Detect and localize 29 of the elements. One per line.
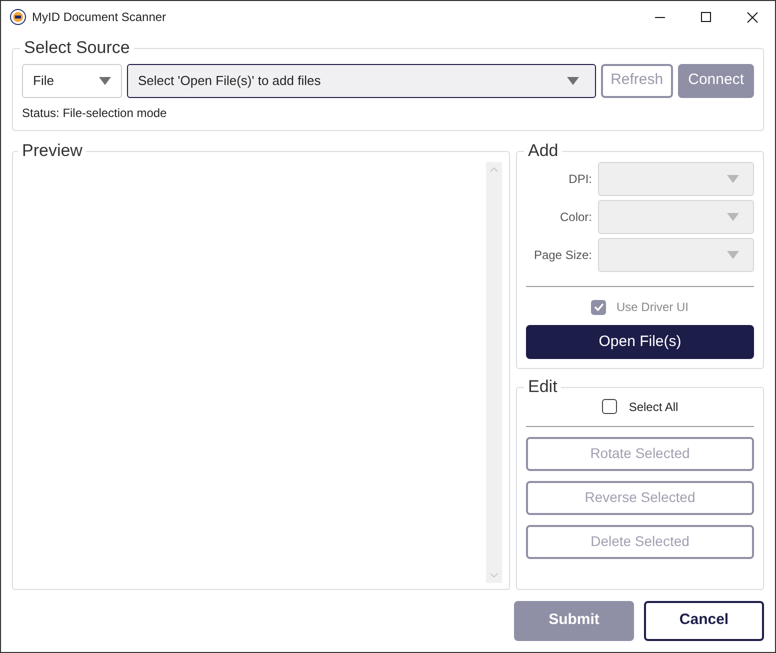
caret-icon — [727, 251, 739, 259]
cancel-button[interactable]: Cancel — [644, 600, 764, 640]
field-label: Color: — [558, 209, 592, 226]
window-title: MyID Document Scanner — [32, 9, 166, 26]
device-dropdown[interactable]: Select 'Open File(s)' to add files — [127, 64, 596, 98]
status-text: Status: File-selection mode — [22, 104, 168, 122]
caret-icon — [99, 76, 111, 84]
source-dropdown[interactable]: File — [22, 64, 122, 98]
select-all-checkbox[interactable] — [602, 399, 617, 414]
checkmark-icon — [594, 303, 604, 311]
section-title: Add — [528, 140, 558, 160]
minimize-icon — [655, 16, 665, 18]
field-label: Page Size: — [532, 247, 592, 264]
section-title: Edit — [528, 377, 558, 396]
caret-icon — [566, 76, 579, 84]
close-icon — [746, 12, 758, 22]
field-label: DPI: — [568, 171, 592, 188]
checkbox-label: Select All — [628, 398, 678, 416]
section-title: Preview — [22, 140, 82, 160]
scrollbar[interactable] — [486, 162, 502, 582]
scroll-up-icon — [490, 167, 498, 172]
open-files-button[interactable]: Open File(s) — [526, 325, 754, 359]
section-title: Select Source — [24, 38, 130, 57]
caret-icon — [727, 213, 739, 221]
caret-icon — [727, 175, 739, 183]
checkbox-label: Use Driver UI — [616, 299, 688, 316]
scroll-down-icon — [490, 572, 498, 578]
app-logo-icon — [10, 9, 26, 25]
maximize-icon — [701, 12, 711, 22]
